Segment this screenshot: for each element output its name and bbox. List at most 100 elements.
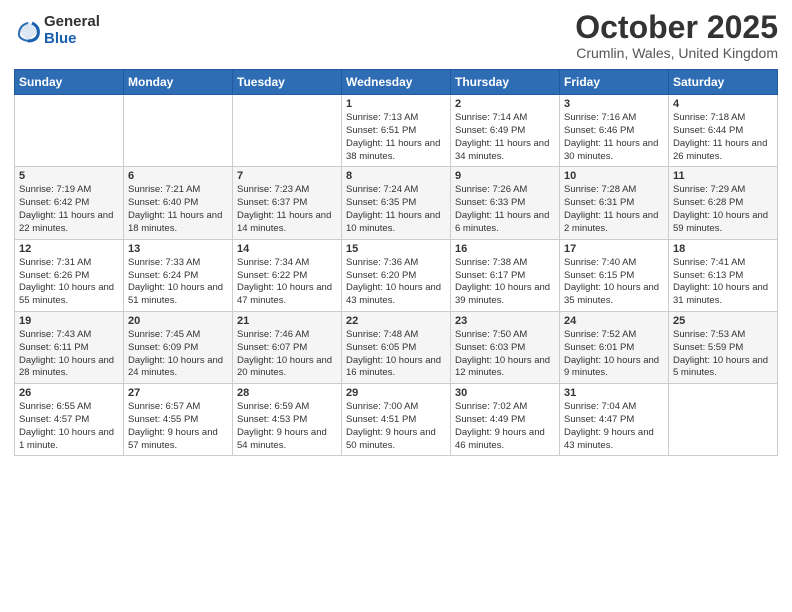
day-number-6: 6 [128,170,228,182]
calendar-cell-w0-d3: 1 Sunrise: 7:13 AM Sunset: 6:51 PM Daylig… [342,95,451,167]
calendar-cell-w4-d0: 26 Sunrise: 6:55 AM Sunset: 4:57 PM Dayli… [15,384,124,456]
week-row-4: 26 Sunrise: 6:55 AM Sunset: 4:57 PM Dayli… [15,384,778,456]
calendar-cell-w2-d6: 18 Sunrise: 7:41 AM Sunset: 6:13 PM Dayli… [669,239,778,311]
day-info-15: Sunrise: 7:36 AM Sunset: 6:20 PM Dayligh… [346,257,446,308]
calendar-cell-w2-d1: 13 Sunrise: 7:33 AM Sunset: 6:24 PM Dayli… [124,239,233,311]
header: General Blue October 2025 Crumlin, Wales… [14,10,778,61]
week-row-0: 1 Sunrise: 7:13 AM Sunset: 6:51 PM Daylig… [15,95,778,167]
day-info-20: Sunrise: 7:45 AM Sunset: 6:09 PM Dayligh… [128,329,228,380]
calendar-cell-w0-d0 [15,95,124,167]
calendar-cell-w0-d5: 3 Sunrise: 7:16 AM Sunset: 6:46 PM Daylig… [560,95,669,167]
day-info-6: Sunrise: 7:21 AM Sunset: 6:40 PM Dayligh… [128,184,228,235]
calendar-cell-w1-d6: 11 Sunrise: 7:29 AM Sunset: 6:28 PM Dayli… [669,167,778,239]
location: Crumlin, Wales, United Kingdom [575,45,778,61]
page: General Blue October 2025 Crumlin, Wales… [0,0,792,612]
day-number-25: 25 [673,315,773,327]
day-number-19: 19 [19,315,119,327]
day-info-1: Sunrise: 7:13 AM Sunset: 6:51 PM Dayligh… [346,112,446,163]
day-number-21: 21 [237,315,337,327]
day-info-5: Sunrise: 7:19 AM Sunset: 6:42 PM Dayligh… [19,184,119,235]
calendar-cell-w3-d5: 24Sunrise: 7:52 AM Sunset: 6:01 PM Dayli… [560,311,669,383]
day-info-29: Sunrise: 7:00 AM Sunset: 4:51 PM Dayligh… [346,401,446,452]
calendar-cell-w4-d3: 29 Sunrise: 7:00 AM Sunset: 4:51 PM Dayli… [342,384,451,456]
logo-text: General Blue [44,14,100,47]
header-monday: Monday [124,70,233,95]
day-number-1: 1 [346,98,446,110]
logo: General Blue [14,14,100,47]
day-number-13: 13 [128,243,228,255]
day-info-2: Sunrise: 7:14 AM Sunset: 6:49 PM Dayligh… [455,112,555,163]
calendar-cell-w2-d0: 12 Sunrise: 7:31 AM Sunset: 6:26 PM Dayli… [15,239,124,311]
day-info-18: Sunrise: 7:41 AM Sunset: 6:13 PM Dayligh… [673,257,773,308]
day-info-25: Sunrise: 7:53 AM Sunset: 5:59 PM Dayligh… [673,329,773,380]
day-number-20: 20 [128,315,228,327]
calendar-cell-w2-d2: 14 Sunrise: 7:34 AM Sunset: 6:22 PM Dayli… [233,239,342,311]
day-number-5: 5 [19,170,119,182]
day-number-18: 18 [673,243,773,255]
calendar-cell-w2-d5: 17Sunrise: 7:40 AM Sunset: 6:15 PM Dayli… [560,239,669,311]
day-info-26: Sunrise: 6:55 AM Sunset: 4:57 PM Dayligh… [19,401,119,452]
day-info-10: Sunrise: 7:28 AM Sunset: 6:31 PM Dayligh… [564,184,664,235]
header-sunday: Sunday [15,70,124,95]
header-wednesday: Wednesday [342,70,451,95]
calendar-cell-w1-d2: 7 Sunrise: 7:23 AM Sunset: 6:37 PM Daylig… [233,167,342,239]
day-number-15: 15 [346,243,446,255]
day-number-26: 26 [19,387,119,399]
day-info-21: Sunrise: 7:46 AM Sunset: 6:07 PM Dayligh… [237,329,337,380]
day-number-12: 12 [19,243,119,255]
day-number-14: 14 [237,243,337,255]
day-info-7: Sunrise: 7:23 AM Sunset: 6:37 PM Dayligh… [237,184,337,235]
calendar-cell-w2-d3: 15 Sunrise: 7:36 AM Sunset: 6:20 PM Dayli… [342,239,451,311]
day-info-11: Sunrise: 7:29 AM Sunset: 6:28 PM Dayligh… [673,184,773,235]
header-tuesday: Tuesday [233,70,342,95]
day-info-3: Sunrise: 7:16 AM Sunset: 6:46 PM Dayligh… [564,112,664,163]
day-info-12: Sunrise: 7:31 AM Sunset: 6:26 PM Dayligh… [19,257,119,308]
day-number-9: 9 [455,170,555,182]
day-number-7: 7 [237,170,337,182]
day-number-2: 2 [455,98,555,110]
calendar-cell-w1-d1: 6 Sunrise: 7:21 AM Sunset: 6:40 PM Daylig… [124,167,233,239]
day-number-31: 31 [564,387,664,399]
title-area: October 2025 Crumlin, Wales, United King… [575,10,778,61]
day-info-8: Sunrise: 7:24 AM Sunset: 6:35 PM Dayligh… [346,184,446,235]
day-number-17: 17 [564,243,664,255]
logo-general-text: General [44,14,100,31]
day-info-4: Sunrise: 7:18 AM Sunset: 6:44 PM Dayligh… [673,112,773,163]
calendar-cell-w4-d2: 28 Sunrise: 6:59 AM Sunset: 4:53 PM Dayli… [233,384,342,456]
day-info-19: Sunrise: 7:43 AM Sunset: 6:11 PM Dayligh… [19,329,119,380]
calendar-cell-w3-d3: 22 Sunrise: 7:48 AM Sunset: 6:05 PM Dayli… [342,311,451,383]
header-saturday: Saturday [669,70,778,95]
calendar-cell-w4-d1: 27Sunrise: 6:57 AM Sunset: 4:55 PM Dayli… [124,384,233,456]
day-number-30: 30 [455,387,555,399]
week-row-1: 5 Sunrise: 7:19 AM Sunset: 6:42 PM Daylig… [15,167,778,239]
day-info-30: Sunrise: 7:02 AM Sunset: 4:49 PM Dayligh… [455,401,555,452]
calendar-cell-w1-d0: 5 Sunrise: 7:19 AM Sunset: 6:42 PM Daylig… [15,167,124,239]
day-info-16: Sunrise: 7:38 AM Sunset: 6:17 PM Dayligh… [455,257,555,308]
calendar-cell-w0-d1 [124,95,233,167]
day-info-22: Sunrise: 7:48 AM Sunset: 6:05 PM Dayligh… [346,329,446,380]
day-number-11: 11 [673,170,773,182]
calendar-cell-w3-d4: 23Sunrise: 7:50 AM Sunset: 6:03 PM Dayli… [451,311,560,383]
calendar-cell-w0-d6: 4Sunrise: 7:18 AM Sunset: 6:44 PM Daylig… [669,95,778,167]
weekday-header-row: Sunday Monday Tuesday Wednesday Thursday… [15,70,778,95]
day-number-22: 22 [346,315,446,327]
day-number-28: 28 [237,387,337,399]
calendar-cell-w4-d4: 30 Sunrise: 7:02 AM Sunset: 4:49 PM Dayli… [451,384,560,456]
logo-icon [14,17,42,45]
day-info-14: Sunrise: 7:34 AM Sunset: 6:22 PM Dayligh… [237,257,337,308]
day-info-28: Sunrise: 6:59 AM Sunset: 4:53 PM Dayligh… [237,401,337,452]
day-number-10: 10 [564,170,664,182]
calendar-cell-w4-d6 [669,384,778,456]
calendar-cell-w3-d2: 21 Sunrise: 7:46 AM Sunset: 6:07 PM Dayli… [233,311,342,383]
day-number-29: 29 [346,387,446,399]
week-row-2: 12 Sunrise: 7:31 AM Sunset: 6:26 PM Dayli… [15,239,778,311]
day-info-27: Sunrise: 6:57 AM Sunset: 4:55 PM Dayligh… [128,401,228,452]
day-info-13: Sunrise: 7:33 AM Sunset: 6:24 PM Dayligh… [128,257,228,308]
day-number-3: 3 [564,98,664,110]
day-info-9: Sunrise: 7:26 AM Sunset: 6:33 PM Dayligh… [455,184,555,235]
logo-blue-text: Blue [44,31,100,48]
calendar-cell-w1-d4: 9 Sunrise: 7:26 AM Sunset: 6:33 PM Daylig… [451,167,560,239]
day-info-31: Sunrise: 7:04 AM Sunset: 4:47 PM Dayligh… [564,401,664,452]
header-thursday: Thursday [451,70,560,95]
calendar-cell-w1-d5: 10 Sunrise: 7:28 AM Sunset: 6:31 PM Dayli… [560,167,669,239]
